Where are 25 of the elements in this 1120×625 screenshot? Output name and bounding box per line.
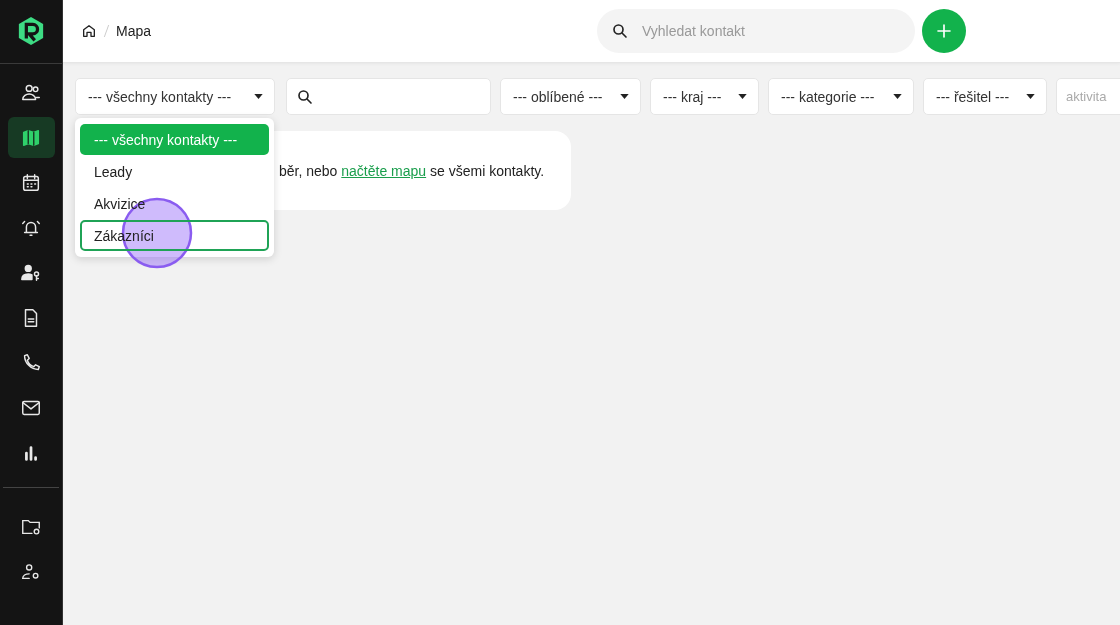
filter-select[interactable]: --- kategorie --- <box>768 78 914 115</box>
logo-icon <box>17 16 45 46</box>
caret-icon <box>1026 94 1035 99</box>
caret-icon <box>738 94 747 99</box>
caret-icon <box>620 94 629 99</box>
plus-icon <box>935 22 953 40</box>
caret-icon <box>254 94 263 99</box>
search-icon <box>296 87 314 106</box>
filter-select[interactable]: --- oblíbené --- <box>500 78 641 115</box>
search-icon <box>611 22 629 40</box>
dropdown-option[interactable]: Zákazníci <box>80 220 269 251</box>
filter-select[interactable]: --- kraj --- <box>650 78 759 115</box>
filter-select[interactable]: --- všechny kontakty --- <box>75 78 275 115</box>
home-icon[interactable] <box>81 23 97 39</box>
load-map-link[interactable]: načtěte mapu <box>341 162 427 179</box>
filter-search-field[interactable] <box>286 78 491 115</box>
contact-search-field[interactable]: Vyhledat kontakt <box>597 9 915 53</box>
add-button[interactable] <box>922 9 966 53</box>
caret-icon <box>893 94 902 99</box>
breadcrumb-current: Mapa <box>116 23 152 39</box>
calendar-icon <box>20 171 42 194</box>
notice-text: běr, nebo načtěte mapu se všemi kontakty. <box>279 162 545 179</box>
sidebar-nav-item[interactable] <box>7 117 55 158</box>
dropdown-option[interactable]: Leady <box>80 156 269 187</box>
filter-select[interactable]: --- řešitel --- <box>923 78 1047 115</box>
